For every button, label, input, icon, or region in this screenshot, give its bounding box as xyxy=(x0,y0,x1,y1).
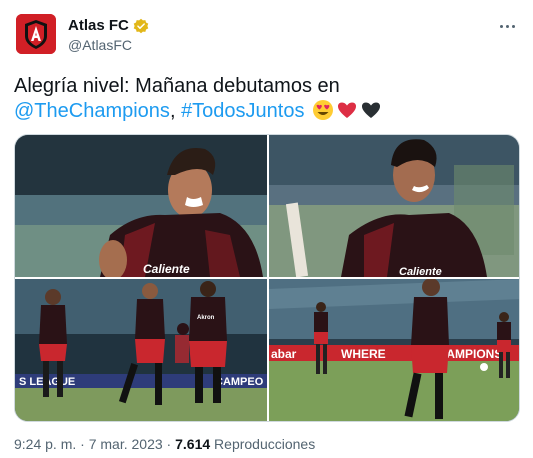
board-text-where: WHERE xyxy=(341,347,386,361)
heart-eyes-emoji-icon xyxy=(312,99,334,128)
tweet-text: Alegría nivel: Mañana debutamos en @TheC… xyxy=(14,74,519,128)
verified-badge-icon xyxy=(133,18,149,34)
media-grid: Caliente Caliente S LEAGUE CAMPEO Akron … xyxy=(14,134,520,422)
atlas-crest-logo xyxy=(16,14,56,54)
board-text-campeo: CAMPEO xyxy=(215,376,264,388)
kit-label-text: Akron xyxy=(197,315,215,321)
tweet-card: Atlas FC @AtlasFC Alegría nivel: Mañana … xyxy=(0,0,533,458)
handle[interactable]: @AtlasFC xyxy=(68,37,132,53)
black-heart-emoji-icon xyxy=(360,99,382,128)
display-name[interactable]: Atlas FC xyxy=(68,17,129,34)
avatar[interactable] xyxy=(16,14,56,54)
meta-dot: · xyxy=(80,436,85,452)
meta-dot-2: · xyxy=(166,436,172,452)
mention-link[interactable]: @TheChampions xyxy=(14,100,170,122)
sponsor-logo-text-2: Caliente xyxy=(399,266,442,277)
sponsor-logo-text: Caliente xyxy=(143,262,190,276)
tweet-date[interactable]: 7 mar. 2023 xyxy=(89,436,163,452)
photo-young-player-smiling[interactable]: Caliente xyxy=(269,135,519,277)
red-heart-emoji-icon xyxy=(336,99,358,128)
tweet-separator: , xyxy=(169,100,176,122)
tweet-text-line1: Alegría nivel: Mañana debutamos en xyxy=(14,75,340,97)
board-text-abar: abar xyxy=(271,347,297,361)
more-horizontal-icon[interactable] xyxy=(495,16,519,36)
photo-player-smiling-closeup[interactable]: Caliente xyxy=(15,135,267,277)
photo-players-walking-on-pitch[interactable]: S LEAGUE CAMPEO Akron xyxy=(15,279,267,421)
hashtag-link[interactable]: #TodosJuntos xyxy=(181,100,304,122)
views-count: 7.614 xyxy=(175,436,211,452)
tweet-meta: 9:24 p. m. · 7 mar. 2023 · 7.614 Reprodu… xyxy=(14,436,315,452)
tweet-time[interactable]: 9:24 p. m. xyxy=(14,436,76,452)
views-label: Reproducciones xyxy=(214,436,316,452)
photo-player-walking-stadium[interactable]: abar WHERE CHAMPIONS xyxy=(269,279,519,421)
author-name-row: Atlas FC xyxy=(68,17,149,34)
